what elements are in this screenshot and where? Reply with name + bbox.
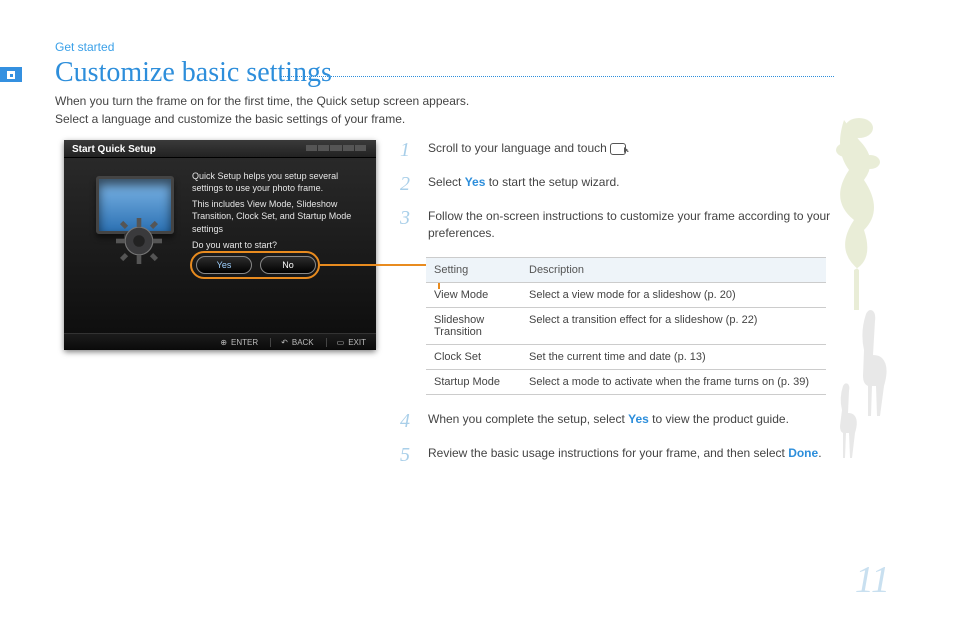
- enter-icon: [610, 143, 626, 155]
- step-5: 5 Review the basic usage instructions fo…: [400, 445, 834, 465]
- step-text: Review the basic usage instructions for …: [428, 445, 822, 465]
- table-cell-desc: Select a view mode for a slideshow (p. 2…: [521, 282, 826, 307]
- table-cell-desc: Select a mode to activate when the frame…: [521, 369, 826, 394]
- gear-icon: [116, 218, 162, 264]
- manual-page: Get started Customize basic settings Whe…: [0, 0, 954, 630]
- intro-line: When you turn the frame on for the first…: [55, 92, 469, 110]
- screenshot-body-line: Quick Setup helps you setup several sett…: [192, 170, 364, 194]
- table-row: View Mode Select a view mode for a slide…: [426, 282, 826, 307]
- section-label: Get started: [55, 40, 114, 54]
- side-decoration: [824, 110, 894, 530]
- screenshot-body: Quick Setup helps you setup several sett…: [192, 170, 364, 251]
- side-tab-icon: [0, 67, 22, 82]
- table-cell-name: Slideshow Transition: [426, 307, 521, 344]
- back-footer-icon: ↶: [281, 338, 288, 347]
- device-screenshot: Start Quick Setup Quick Setup helps you …: [64, 140, 376, 350]
- table-head-setting: Setting: [426, 257, 521, 282]
- step-3: 3 Follow the on-screen instructions to c…: [400, 208, 834, 243]
- intro-text: When you turn the frame on for the first…: [55, 92, 469, 128]
- screenshot-body-line: This includes View Mode, Slideshow Trans…: [192, 198, 364, 234]
- step-number: 3: [400, 208, 414, 243]
- step-number: 1: [400, 140, 414, 160]
- screenshot-title: Start Quick Setup: [72, 144, 156, 155]
- table-cell-desc: Select a transition effect for a slidesh…: [521, 307, 826, 344]
- callout-ring: [190, 251, 320, 279]
- table-cell-name: Clock Set: [426, 344, 521, 369]
- table-head-description: Description: [521, 257, 826, 282]
- enter-footer-icon: ⊕: [220, 338, 227, 347]
- settings-table: Setting Description View Mode Select a v…: [426, 257, 826, 395]
- step-1: 1 Scroll to your language and touch .: [400, 140, 834, 160]
- table-cell-desc: Set the current time and date (p. 13): [521, 344, 826, 369]
- screenshot-body-line: Do you want to start?: [192, 239, 364, 251]
- table-cell-name: Startup Mode: [426, 369, 521, 394]
- page-number: 11: [855, 558, 890, 602]
- device-illustration: [74, 170, 184, 260]
- table-cell-name: View Mode: [426, 282, 521, 307]
- table-row: Clock Set Set the current time and date …: [426, 344, 826, 369]
- steps-list: 1 Scroll to your language and touch . 2 …: [400, 140, 834, 479]
- footer-enter-label: ENTER: [231, 338, 258, 347]
- step-number: 2: [400, 174, 414, 194]
- title-rule: [280, 76, 834, 77]
- step-text: When you complete the setup, select Yes …: [428, 411, 789, 431]
- step-text: Select Yes to start the setup wizard.: [428, 174, 619, 194]
- intro-line: Select a language and customize the basi…: [55, 110, 469, 128]
- footer-back-label: BACK: [292, 338, 314, 347]
- table-row: Startup Mode Select a mode to activate w…: [426, 369, 826, 394]
- step-4: 4 When you complete the setup, select Ye…: [400, 411, 834, 431]
- screenshot-progress-icon: [306, 145, 366, 151]
- page-title: Customize basic settings: [55, 57, 332, 89]
- exit-footer-icon: ▭: [337, 338, 345, 347]
- step-number: 4: [400, 411, 414, 431]
- step-text: Scroll to your language and touch .: [428, 140, 629, 160]
- table-row: Slideshow Transition Select a transition…: [426, 307, 826, 344]
- step-2: 2 Select Yes to start the setup wizard.: [400, 174, 834, 194]
- footer-exit-label: EXIT: [348, 338, 366, 347]
- step-number: 5: [400, 445, 414, 465]
- step-text: Follow the on-screen instructions to cus…: [428, 208, 834, 243]
- screenshot-footer: ⊕ ENTER ↶ BACK ▭EXIT: [64, 333, 376, 350]
